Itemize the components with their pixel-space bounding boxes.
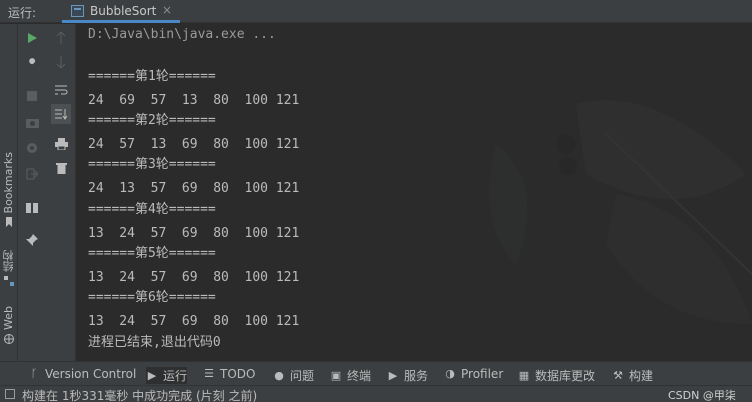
java-command-line: D:\Java\bin\java.exe ... bbox=[88, 27, 276, 42]
console-line: 13 24 57 69 80 100 121 bbox=[88, 270, 300, 285]
side-tool-strip: Bookmarks 结构 Web bbox=[0, 24, 18, 361]
bookmarks-label: Bookmarks bbox=[2, 152, 15, 214]
web-label: Web bbox=[2, 306, 15, 330]
bottom-tab-services[interactable]: ▶ 服务 bbox=[387, 367, 428, 384]
pin-icon[interactable] bbox=[22, 230, 42, 250]
background-leaf-decoration bbox=[489, 100, 752, 324]
structure-label: 结构 bbox=[2, 250, 15, 272]
soft-wrap-icon[interactable] bbox=[51, 80, 71, 100]
run-toolbar bbox=[18, 24, 46, 361]
bottom-tab-build[interactable]: ⚒ 构建 bbox=[612, 367, 653, 384]
problems-icon: ● bbox=[274, 368, 284, 382]
console-output[interactable]: D:\Java\bin\java.exe ... ======第1轮======… bbox=[76, 24, 752, 361]
database-icon: ▦ bbox=[518, 368, 530, 382]
run-icon: ▶ bbox=[147, 368, 157, 382]
console-line: ======第1轮====== bbox=[88, 69, 216, 84]
bottom-tab-problems[interactable]: ● 问题 bbox=[273, 367, 314, 384]
side-tab-bookmarks[interactable]: Bookmarks bbox=[0, 152, 18, 228]
build-icon: ⚒ bbox=[613, 368, 623, 382]
build-status-text: 构建在 1秒331毫秒 中成功完成 (片刻 之前) bbox=[22, 389, 258, 402]
bottom-tab-run[interactable]: ▶ 运行 bbox=[146, 367, 188, 384]
console-tab-icon bbox=[71, 5, 84, 17]
console-line: 24 57 13 69 80 100 121 bbox=[88, 137, 300, 152]
wrench-icon[interactable] bbox=[22, 54, 42, 74]
bottom-tab-label: 问题 bbox=[290, 369, 315, 383]
rerun-icon[interactable] bbox=[22, 28, 42, 48]
side-tab-structure[interactable]: 结构 bbox=[0, 250, 18, 286]
close-tab-icon[interactable]: × bbox=[162, 3, 172, 17]
bottom-tab-label: 数据库更改 bbox=[535, 369, 596, 383]
run-tab-title: BubbleSort bbox=[90, 4, 157, 18]
profiler-icon: ◑ bbox=[445, 367, 455, 380]
bottom-tab-todo[interactable]: ☰ TODO bbox=[203, 367, 255, 381]
run-label: 运行: bbox=[8, 6, 37, 20]
list-icon: ☰ bbox=[204, 367, 214, 380]
console-line: ======第4轮====== bbox=[88, 202, 216, 217]
bookmark-icon bbox=[6, 217, 12, 228]
print-icon[interactable] bbox=[51, 134, 71, 154]
status-bar: 构建在 1秒331毫秒 中成功完成 (片刻 之前) CSDN @甲柒 bbox=[0, 385, 752, 402]
bottom-tab-terminal[interactable]: ▣ 终端 bbox=[330, 367, 371, 384]
bottom-tab-label: TODO bbox=[220, 367, 256, 381]
camera-icon bbox=[22, 112, 42, 132]
bottom-tab-label: 服务 bbox=[404, 369, 429, 383]
csdn-watermark: CSDN @甲柒 bbox=[668, 389, 736, 402]
run-tab-header: 运行: BubbleSort × bbox=[0, 0, 752, 23]
layout-icon[interactable] bbox=[22, 198, 42, 218]
tool-window-bar: ᚴ Version Control ▶ 运行 ☰ TODO ● 问题 ▣ 终端 … bbox=[0, 361, 752, 385]
services-icon: ▶ bbox=[388, 368, 398, 382]
exit-message: 进程已结束,退出代码0 bbox=[88, 335, 221, 350]
settings-icon bbox=[22, 138, 42, 158]
bottom-tab-profiler[interactable]: ◑ Profiler bbox=[444, 367, 503, 381]
terminal-icon: ▣ bbox=[330, 368, 342, 382]
run-tab-bubblesort[interactable]: BubbleSort × bbox=[62, 0, 180, 23]
console-line: ======第3轮====== bbox=[88, 157, 216, 172]
structure-icon bbox=[4, 276, 14, 286]
console-line: ======第5轮====== bbox=[88, 246, 216, 261]
exit-icon bbox=[22, 164, 42, 184]
console-line: 24 13 57 69 80 100 121 bbox=[88, 181, 300, 196]
bottom-tab-label: Profiler bbox=[461, 367, 504, 381]
arrow-down-icon bbox=[51, 52, 71, 72]
bottom-tab-database-changes[interactable]: ▦ 数据库更改 bbox=[518, 367, 595, 384]
bottom-tab-label: 运行 bbox=[163, 369, 188, 383]
console-line: ======第6轮====== bbox=[88, 290, 216, 305]
console-line: 24 69 57 13 80 100 121 bbox=[88, 93, 300, 108]
trash-icon[interactable] bbox=[51, 158, 71, 178]
arrow-up-icon bbox=[51, 28, 71, 48]
globe-icon bbox=[4, 333, 14, 344]
console-line: 13 24 57 69 80 100 121 bbox=[88, 226, 300, 241]
stop-icon bbox=[22, 86, 42, 106]
bottom-tab-label: Version Control bbox=[45, 367, 137, 381]
scroll-to-end-icon[interactable] bbox=[51, 104, 71, 124]
console-toolbar bbox=[46, 24, 76, 361]
branch-icon: ᚴ bbox=[30, 367, 38, 380]
bottom-tab-label: 构建 bbox=[629, 369, 654, 383]
status-toggle-icon[interactable] bbox=[5, 389, 15, 399]
console-line: ======第2轮====== bbox=[88, 113, 216, 128]
bottom-tab-label: 终端 bbox=[347, 369, 372, 383]
side-tab-web[interactable]: Web bbox=[0, 306, 18, 344]
bottom-tab-version-control[interactable]: ᚴ Version Control bbox=[28, 367, 137, 381]
console-line: 13 24 57 69 80 100 121 bbox=[88, 314, 300, 329]
